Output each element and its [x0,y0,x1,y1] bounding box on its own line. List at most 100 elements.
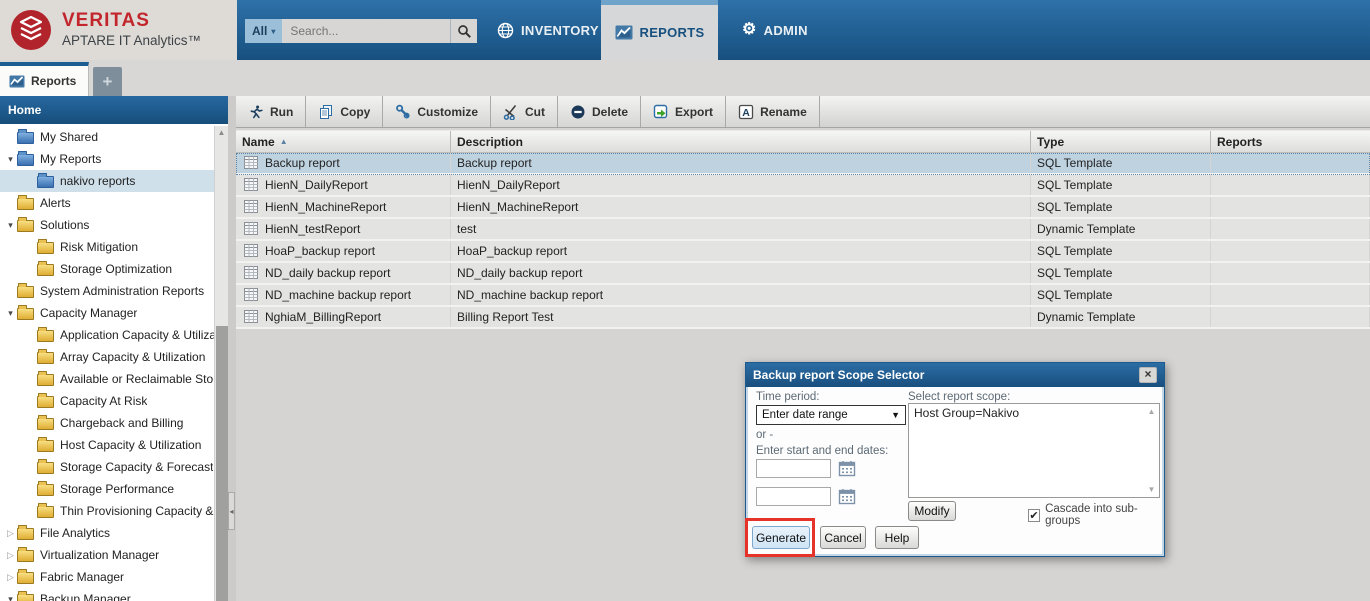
end-date-field[interactable] [756,487,831,506]
customize-button[interactable]: Customize [383,96,491,127]
modify-button[interactable]: Modify [908,501,956,521]
sidebar-item-application-capacity-utilization[interactable]: Application Capacity & Utilization [0,324,214,346]
sidebar-item-my-shared[interactable]: My Shared [0,126,214,148]
table-row[interactable]: HienN_testReporttestDynamic Template [236,219,1370,241]
column-header-description[interactable]: Description [451,131,1031,152]
sidebar-item-label: Backup Manager [40,592,131,601]
collapse-arrow-icon[interactable]: ▾ [4,594,17,601]
column-header-reports[interactable]: Reports [1211,131,1370,152]
table-header: Name ▲ Description Type Reports [236,130,1370,153]
sidebar-item-system-administration-reports[interactable]: System Administration Reports [0,280,214,302]
cell-type: SQL Template [1031,285,1211,305]
collapse-arrow-icon[interactable]: ▾ [4,154,17,165]
scroll-down-icon[interactable]: ▼ [1148,485,1156,494]
start-date-field[interactable] [756,459,831,478]
expand-arrow-icon[interactable]: ▷ [4,550,17,561]
time-period-select[interactable]: Enter date range ▼ [756,405,906,425]
scroll-up-icon[interactable]: ▲ [215,126,228,137]
sidebar-item-label: Alerts [40,196,71,210]
rename-button[interactable]: A Rename [726,96,820,127]
sidebar-item-label: Chargeback and Billing [60,416,183,430]
scope-selector-dialog: Backup report Scope Selector × Time peri… [745,362,1165,557]
search-filter-dropdown[interactable]: All ▾ [245,19,282,43]
dialog-titlebar[interactable]: Backup report Scope Selector × [746,363,1164,387]
sidebar-item-storage-capacity-forecast[interactable]: Storage Capacity & Forecast [0,456,214,478]
sidebar-item-my-reports[interactable]: ▾My Reports [0,148,214,170]
cascade-label: Cascade into sub-groups [1045,503,1162,527]
calendar-icon[interactable] [838,488,856,505]
tab-reports[interactable]: Reports [0,62,89,96]
sidebar-item-thin-provisioning-capacity-utiliz[interactable]: Thin Provisioning Capacity & Utiliz [0,500,214,522]
run-button[interactable]: Run [236,96,306,127]
table-row[interactable]: HienN_DailyReportHienN_DailyReportSQL Te… [236,175,1370,197]
cell-type: SQL Template [1031,197,1211,217]
collapse-arrow-icon[interactable]: ▾ [4,308,17,319]
sidebar-item-nakivo-reports[interactable]: nakivo reports [0,170,214,192]
report-icon [244,266,259,280]
sidebar-item-file-analytics[interactable]: ▷File Analytics [0,522,214,544]
collapse-sidebar-handle[interactable]: ◂ [228,492,235,530]
sidebar-item-array-capacity-utilization[interactable]: Array Capacity & Utilization [0,346,214,368]
sidebar-item-virtualization-manager[interactable]: ▷Virtualization Manager [0,544,214,566]
collapse-arrow-icon[interactable]: ▾ [4,220,17,231]
cell-description: ND_machine backup report [451,285,1031,305]
sidebar-item-chargeback-and-billing[interactable]: Chargeback and Billing [0,412,214,434]
scrollbar-thumb[interactable] [216,326,228,601]
export-button[interactable]: Export [641,96,726,127]
search-button[interactable] [450,19,477,43]
delete-button[interactable]: Delete [558,96,641,127]
sidebar-home-header[interactable]: Home [0,96,228,124]
sidebar-scrollbar[interactable]: ▲ [214,126,228,601]
table-row[interactable]: NghiaM_BillingReportBilling Report TestD… [236,307,1370,329]
report-name: ND_daily backup report [265,266,390,280]
sidebar-item-storage-optimization[interactable]: Storage Optimization [0,258,214,280]
generate-button[interactable]: Generate [752,526,810,549]
sidebar-item-label: Risk Mitigation [60,240,138,254]
add-tab-button[interactable]: + [93,67,122,96]
sidebar-splitter[interactable]: ◂ [228,96,236,601]
sidebar-item-storage-performance[interactable]: Storage Performance [0,478,214,500]
sidebar-item-available-or-reclaimable-storage[interactable]: Available or Reclaimable Storage [0,368,214,390]
table-row[interactable]: ND_daily backup report ND_daily backup re… [236,263,1370,285]
sidebar-item-fabric-manager[interactable]: ▷Fabric Manager [0,566,214,588]
cell-reports [1211,263,1370,283]
cascade-checkbox-row[interactable]: ✔ Cascade into sub-groups [1028,503,1162,527]
expand-arrow-icon[interactable]: ▷ [4,528,17,539]
sidebar-item-solutions[interactable]: ▾Solutions [0,214,214,236]
checkbox-checked-icon[interactable]: ✔ [1028,509,1040,522]
sidebar-item-capacity-at-risk[interactable]: Capacity At Risk [0,390,214,412]
sidebar-item-backup-manager[interactable]: ▾ Backup Manager [0,588,214,601]
sidebar-item-alerts[interactable]: Alerts [0,192,214,214]
sidebar-item-capacity-manager[interactable]: ▾Capacity Manager [0,302,214,324]
report-icon [244,200,259,214]
sidebar-item-risk-mitigation[interactable]: Risk Mitigation [0,236,214,258]
dialog-title: Backup report Scope Selector [753,368,1139,382]
search-input[interactable] [282,19,450,43]
help-button[interactable]: Help [875,526,919,549]
column-header-type[interactable]: Type [1031,131,1211,152]
table-row[interactable]: HienN_MachineReportHienN_MachineReportSQ… [236,197,1370,219]
cell-reports [1211,175,1370,195]
expand-arrow-icon[interactable]: ▷ [4,572,17,583]
table-row[interactable]: Backup reportBackup reportSQL Template [236,153,1370,175]
scroll-up-icon[interactable]: ▲ [1148,407,1156,416]
calendar-icon[interactable] [838,460,856,477]
copy-button[interactable]: Copy [306,96,383,127]
table-row[interactable]: ND_machine backup reportND_machine backu… [236,285,1370,307]
cell-description: ND_daily backup report [451,263,1031,283]
cancel-button[interactable]: Cancel [820,526,866,549]
column-header-name[interactable]: Name ▲ [236,131,451,152]
report-scope-box[interactable]: Host Group=Nakivo ▲ ▼ [908,403,1160,498]
table-row[interactable]: HoaP_backup reportHoaP_backup reportSQL … [236,241,1370,263]
close-icon[interactable]: × [1139,367,1157,383]
cut-button[interactable]: Cut [491,96,558,127]
report-icon [244,288,259,302]
cell-type: SQL Template [1031,263,1211,283]
cell-reports [1211,153,1370,173]
nav-reports[interactable]: REPORTS [601,0,718,60]
nav-inventory[interactable]: INVENTORY [497,0,599,60]
sidebar-item-host-capacity-utilization[interactable]: Host Capacity & Utilization [0,434,214,456]
export-label: Export [675,105,713,119]
nav-admin[interactable]: ⚙ ADMIN [742,0,808,60]
plus-icon: + [103,72,113,92]
